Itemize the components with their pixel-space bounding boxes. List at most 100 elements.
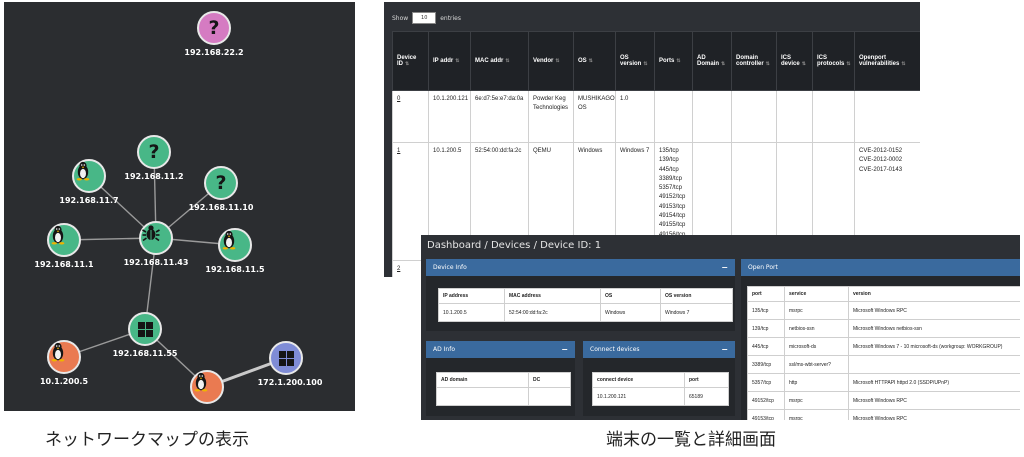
table-row: 10.1.200.5 52:54:00:dd:fa:2c Windows Window… bbox=[438, 303, 733, 322]
sort-icon[interactable]: ⇅ bbox=[589, 58, 593, 64]
ad-info-table: AD domain DC bbox=[436, 372, 571, 406]
entries-select[interactable]: 10 bbox=[412, 12, 437, 24]
table-cell bbox=[776, 90, 813, 143]
ad-info-header: AD Info − bbox=[426, 341, 575, 358]
connect-devices-header: Connect devices − bbox=[583, 341, 735, 358]
column-header[interactable]: ICS protocols ⇅ bbox=[812, 31, 855, 91]
ad-info-card: AD Info − AD domain DC bbox=[426, 341, 575, 416]
column-header[interactable]: Vendor ⇅ bbox=[528, 31, 574, 91]
column-header[interactable]: AD Domain ⇅ bbox=[692, 31, 732, 91]
caption-device-list: 端末の一覧と詳細画面 bbox=[606, 430, 776, 450]
table-cell: microsoft-ds bbox=[784, 337, 849, 356]
collapse-connect-devices-button[interactable]: − bbox=[721, 345, 728, 354]
node-n112[interactable]: ? bbox=[137, 135, 171, 169]
table-cell: 49153/tcp bbox=[747, 409, 785, 420]
column-header: OS bbox=[600, 288, 661, 304]
column-header[interactable]: OS ⇅ bbox=[573, 31, 616, 91]
node-n111[interactable] bbox=[47, 223, 81, 257]
table-cell: 6e:d7:5e:e7:da:0a bbox=[470, 90, 529, 143]
column-header-label: OS version bbox=[620, 55, 642, 67]
table-row: 5357/tcp http Microsoft HTTPAPI httpd 2.0 … bbox=[747, 373, 1020, 392]
column-header: MAC address bbox=[504, 288, 601, 304]
column-header[interactable]: Openport vulnerabilities ⇅ bbox=[854, 31, 920, 91]
table-row bbox=[436, 387, 571, 406]
table-cell: http bbox=[784, 373, 849, 392]
column-header[interactable]: OS version ⇅ bbox=[615, 31, 655, 91]
table-cell: Microsoft Windows RPC bbox=[848, 391, 1020, 410]
node-n172[interactable] bbox=[269, 341, 303, 375]
table-cell: 52:54:00:dd:fa:2c bbox=[504, 303, 601, 322]
sort-icon[interactable]: ⇅ bbox=[846, 61, 850, 67]
device-table-header: Device ID ⇅ IP addr ⇅ MAC addr ⇅ Vendor ⇅ OS ⇅ OS … bbox=[392, 31, 920, 91]
table-cell bbox=[854, 90, 920, 143]
column-header[interactable]: Ports ⇅ bbox=[654, 31, 693, 91]
device-info-card: Device Info − IP address MAC address OS OS … bbox=[426, 259, 735, 331]
table-cell: Windows 7 bbox=[660, 303, 733, 322]
table-cell: 5357/tcp bbox=[747, 373, 785, 392]
sort-icon[interactable]: ⇅ bbox=[455, 58, 459, 64]
node-label-n117: 192.168.11.7 bbox=[59, 196, 119, 205]
table-row: 445/tcp microsoft-ds Microsoft Windows 7 -… bbox=[747, 337, 1020, 356]
open-port-table: port service version 135/tcp msrpc Microsoft… bbox=[747, 286, 1020, 420]
table-row: 49152/tcp msrpc Microsoft Windows RPC bbox=[747, 391, 1020, 410]
question-icon: ? bbox=[215, 171, 227, 194]
sort-icon[interactable]: ⇅ bbox=[505, 58, 509, 64]
sort-icon[interactable]: ⇅ bbox=[901, 61, 905, 67]
connect-devices-title: Connect devices bbox=[590, 346, 640, 353]
sort-icon[interactable]: ⇅ bbox=[676, 58, 680, 64]
show-label: Show bbox=[392, 14, 409, 22]
sort-icon[interactable]: ⇅ bbox=[643, 61, 647, 67]
node-n1155[interactable] bbox=[128, 312, 162, 346]
sort-icon[interactable]: ⇅ bbox=[721, 61, 725, 67]
sort-icon[interactable]: ⇅ bbox=[802, 61, 806, 67]
node-n105[interactable] bbox=[47, 340, 81, 374]
table-row: 3389/tcp ssl/ms-wbt-server? bbox=[747, 355, 1020, 374]
table-cell: ssl/ms-wbt-server? bbox=[784, 355, 849, 374]
network-map-panel[interactable]: ? 192.168.22.2? 192.168.11.2? 192.168.11.10… bbox=[4, 2, 355, 411]
table-row: 49153/tcp msrpc Microsoft Windows RPC bbox=[747, 409, 1020, 420]
column-header-label: Vendor bbox=[533, 58, 554, 64]
windows-icon bbox=[278, 350, 294, 366]
collapse-device-info-button[interactable]: − bbox=[721, 263, 728, 272]
sort-icon[interactable]: ⇅ bbox=[766, 61, 770, 67]
column-header[interactable]: ICS device ⇅ bbox=[776, 31, 813, 91]
column-header[interactable]: MAC addr ⇅ bbox=[470, 31, 529, 91]
device-id-link[interactable]: 0 bbox=[392, 90, 429, 143]
device-detail-panel: Dashboard / Devices / Device ID: 1 Devic… bbox=[421, 235, 1020, 420]
column-header: DC bbox=[528, 372, 571, 388]
node-n1110[interactable]: ? bbox=[204, 166, 238, 200]
question-icon: ? bbox=[208, 16, 220, 39]
table-cell: 1.0 bbox=[615, 90, 655, 143]
table-cell: msrpc bbox=[784, 391, 849, 410]
node-nunk[interactable] bbox=[190, 370, 224, 404]
table-cell: 139/tcp bbox=[747, 319, 785, 338]
node-n115[interactable] bbox=[218, 228, 252, 262]
table-cell: Microsoft Windows RPC bbox=[848, 301, 1020, 320]
table-cell: 10.1.200.5 bbox=[438, 303, 505, 322]
node-n1143[interactable] bbox=[139, 221, 173, 255]
open-port-header: Open Port bbox=[741, 259, 1020, 276]
column-header[interactable]: IP addr ⇅ bbox=[428, 31, 471, 91]
connect-devices-card: Connect devices − connect device port 10.… bbox=[583, 341, 735, 416]
table-row[interactable]: 0 10.1.200.121 6e:d7:5e:e7:da:0a Powder Keg… bbox=[392, 90, 920, 143]
table-cell: 445/tcp bbox=[747, 337, 785, 356]
table-cell: Microsoft Windows 7 - 10 microsoft-ds (w… bbox=[848, 337, 1020, 356]
column-header[interactable]: Domain controller ⇅ bbox=[731, 31, 777, 91]
node-n117[interactable] bbox=[72, 159, 106, 193]
column-header: OS version bbox=[660, 288, 733, 304]
column-header[interactable]: Device ID ⇅ bbox=[392, 31, 429, 91]
sort-icon[interactable]: ⇅ bbox=[405, 61, 409, 67]
entries-label: entries bbox=[440, 14, 462, 22]
breadcrumb: Dashboard / Devices / Device ID: 1 bbox=[427, 240, 602, 251]
table-cell: Powder Keg Technologies bbox=[528, 90, 574, 143]
column-header: service bbox=[784, 286, 849, 302]
column-header-label: AD Domain bbox=[697, 55, 720, 67]
sort-icon[interactable]: ⇅ bbox=[555, 58, 559, 64]
column-header: connect device bbox=[592, 372, 685, 388]
column-header-label: IP addr bbox=[433, 58, 454, 64]
column-header: version bbox=[848, 286, 1020, 302]
windows-icon bbox=[137, 321, 153, 337]
node-n22[interactable]: ? bbox=[197, 11, 231, 45]
collapse-ad-info-button[interactable]: − bbox=[561, 345, 568, 354]
node-label-n1143: 192.168.11.43 bbox=[123, 258, 189, 267]
